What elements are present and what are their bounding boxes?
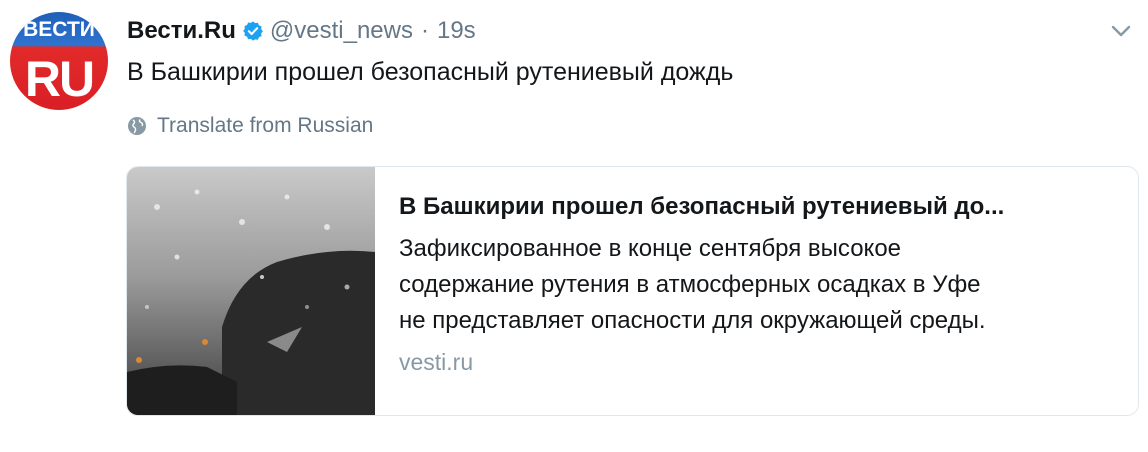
card-title[interactable]: В Башкирии прошел безопасный рутениевый … bbox=[399, 193, 1119, 221]
author-handle[interactable]: @vesti_news bbox=[270, 17, 413, 45]
avatar[interactable]: ВЕСТИ RU bbox=[10, 12, 108, 110]
chevron-down-icon[interactable] bbox=[1108, 18, 1134, 44]
verified-badge-icon bbox=[242, 20, 264, 42]
card-description: Зафиксированное в конце сентября высокое… bbox=[399, 231, 1119, 339]
link-card[interactable]: В Башкирии прошел безопасный рутениевый … bbox=[126, 166, 1139, 416]
avatar-bottom-text: RU bbox=[24, 51, 95, 107]
author-name[interactable]: Вести.Ru bbox=[127, 17, 236, 45]
tweet-timestamp[interactable]: 19s bbox=[437, 17, 476, 45]
tweet-header: Вести.Ru @vesti_news · 19s bbox=[127, 14, 476, 48]
translate-link[interactable]: Translate from Russian bbox=[127, 114, 373, 138]
globe-icon bbox=[128, 117, 146, 135]
card-description-line: не представляет опасности для окружающей… bbox=[399, 307, 986, 334]
tweet-text: В Башкирии прошел безопасный рутениевый … bbox=[127, 58, 734, 86]
avatar-top-text: ВЕСТИ bbox=[23, 18, 95, 41]
card-description-line: содержание рутения в атмосферных осадках… bbox=[399, 271, 981, 298]
card-domain: vesti.ru bbox=[399, 349, 474, 375]
card-description-line: Зафиксированное в конце сентября высокое bbox=[399, 235, 902, 262]
card-image bbox=[127, 167, 375, 415]
translate-label: Translate from Russian bbox=[157, 114, 374, 137]
header-separator: · bbox=[420, 17, 429, 44]
card-body: В Башкирии прошел безопасный рутениевый … bbox=[399, 193, 1119, 376]
